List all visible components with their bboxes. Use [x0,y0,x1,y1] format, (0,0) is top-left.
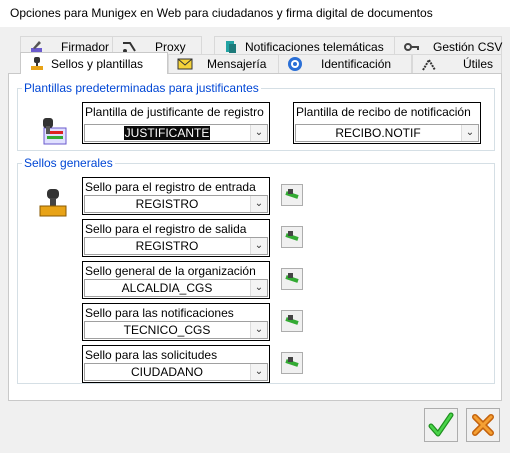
tab-label: Sellos y plantillas [51,56,144,71]
tab-mensajeria[interactable]: Mensajería [168,54,280,73]
seal-org-select[interactable]: ALCALDIA_CGS ⌄ [84,279,268,297]
seal-exit-value: REGISTRO [135,239,199,253]
seal-notif-label: Sello para las notificaciones [85,306,234,320]
stamp-seal-icon [285,231,299,241]
window-title: Opciones para Munigex en Web para ciudad… [10,6,433,20]
seal-exit-select[interactable]: REGISTRO ⌄ [84,237,268,255]
notification-icon [223,39,239,55]
seal-requests-value: CIUDADANO [130,365,203,379]
tools-icon [421,56,437,72]
tab-gestion-csv[interactable]: Gestión CSV [394,36,502,56]
chevron-down-icon[interactable]: ⌄ [250,280,267,296]
stamp-icon [29,56,45,72]
templates-legend: Plantillas predeterminadas para justific… [24,81,259,95]
id-icon [287,56,303,72]
stamp-seal-icon [285,315,299,325]
tab-panel: Plantillas predeterminadas para justific… [8,73,502,401]
seal-requests-combo: Sello para las solicitudes CIUDADANO ⌄ [82,345,270,383]
notification-template-select[interactable]: RECIBO.NOTIF ⌄ [295,124,479,142]
title-bar: Opciones para Munigex en Web para ciudad… [0,0,510,27]
chevron-down-icon[interactable]: ⌄ [250,196,267,212]
tab-label: Identificación [321,57,392,71]
check-icon [428,412,454,437]
cancel-button[interactable] [466,408,500,442]
tab-identificacion[interactable]: Identificación [278,54,412,73]
stamp-seal-icon [285,357,299,367]
seal-notif-combo: Sello para las notificaciones TECNICO_CG… [82,303,270,341]
tab-label: Útiles [463,57,494,71]
seal-exit-combo: Sello para el registro de salida REGISTR… [82,219,270,257]
chevron-down-icon[interactable]: ⌄ [250,322,267,338]
seal-notif-select[interactable]: TECNICO_CGS ⌄ [84,321,268,339]
chevron-down-icon[interactable]: ⌄ [461,125,478,141]
seal-requests-label: Sello para las solicitudes [85,348,218,362]
chevron-down-icon[interactable]: ⌄ [250,238,267,254]
seal-notif-stamp-button[interactable] [281,310,303,332]
notification-template-value: RECIBO.NOTIF [335,126,421,140]
seal-notif-value: TECNICO_CGS [123,323,211,337]
seal-exit-stamp-button[interactable] [281,226,303,248]
notification-template-combo: Plantilla de recibo de notificación RECI… [293,102,481,144]
seal-requests-select[interactable]: CIUDADANO ⌄ [84,363,268,381]
mail-icon [177,56,193,72]
seal-org-stamp-button[interactable] [281,268,303,290]
receipt-template-value: JUSTIFICANTE [123,126,211,140]
cancel-icon [472,414,494,436]
seal-org-value: ALCALDIA_CGS [121,281,213,295]
tab-utiles[interactable]: Útiles [412,54,502,73]
seal-entry-combo: Sello para el registro de entrada REGIST… [82,177,270,215]
seal-org-combo: Sello general de la organización ALCALDI… [82,261,270,299]
seal-entry-label: Sello para el registro de entrada [85,180,256,194]
receipt-template-combo: Plantilla de justificante de registro JU… [82,102,270,144]
seal-exit-label: Sello para el registro de salida [85,222,247,236]
tab-label: Notificaciones telemáticas [245,39,384,54]
receipt-template-select[interactable]: JUSTIFICANTE ⌄ [84,124,268,142]
tab-label: Gestión CSV [433,39,503,54]
seal-entry-stamp-button[interactable] [281,184,303,206]
stamp-seal-icon [285,189,299,199]
seal-org-label: Sello general de la organización [85,264,256,278]
seal-entry-value: REGISTRO [135,197,199,211]
seals-legend: Sellos generales [24,156,113,170]
notification-template-label: Plantilla de recibo de notificación [296,105,471,119]
seal-requests-stamp-button[interactable] [281,352,303,374]
stamp-seal-icon [285,273,299,283]
chevron-down-icon[interactable]: ⌄ [250,125,267,141]
templates-icon [35,112,71,148]
tab-sellos-plantillas[interactable]: Sellos y plantillas [20,52,168,74]
key-icon [403,39,419,55]
stamp-icon [35,186,71,222]
receipt-template-label: Plantilla de justificante de registro [85,105,264,119]
chevron-down-icon[interactable]: ⌄ [250,364,267,380]
tab-notificaciones[interactable]: Notificaciones telemáticas [214,36,396,56]
seal-entry-select[interactable]: REGISTRO ⌄ [84,195,268,213]
tab-label: Mensajería [207,57,267,71]
accept-button[interactable] [424,408,458,442]
